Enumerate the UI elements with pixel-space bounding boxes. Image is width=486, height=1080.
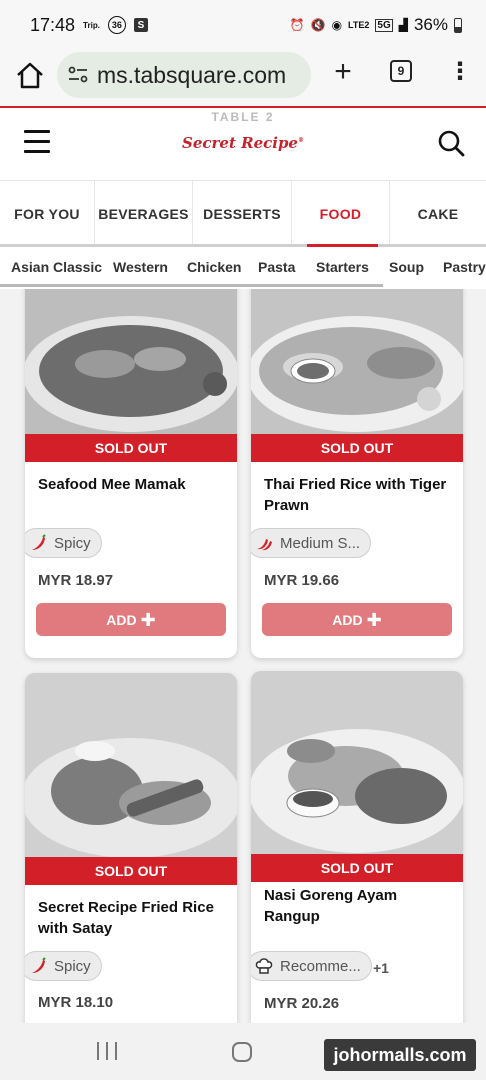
plus-icon: ✚ [140, 609, 156, 630]
home-icon[interactable] [14, 60, 46, 92]
tag-label: Recomme... [280, 957, 361, 975]
notification-count-badge: 36 [107, 16, 126, 34]
product-price: MYR 18.97 [38, 572, 114, 589]
subcategory-scrollbar [0, 284, 383, 287]
registered-mark: ® [297, 137, 304, 144]
tag-label: Spicy [54, 534, 91, 552]
trip-notification-icon: Trip. [83, 20, 100, 30]
product-card[interactable]: SOLD OUT Seafood Mee Mamak Spicy MYR 18.… [25, 289, 237, 658]
product-tag: Medium S... [251, 528, 372, 558]
product-name: Nasi Goreng Ayam Rangup [264, 887, 398, 925]
status-time: 17:48 [30, 14, 76, 35]
product-price: MYR 19.66 [264, 572, 340, 589]
tab-beverages[interactable]: BEVERAGES [95, 181, 193, 246]
brand-logo[interactable]: Secret Recipe® [0, 134, 486, 152]
add-button[interactable]: ADD ✚ [262, 603, 452, 636]
tab-switcher-button[interactable]: 9 [390, 60, 412, 82]
subtab-pastry[interactable]: Pastry [443, 259, 486, 275]
subtab-chicken[interactable]: Chicken [187, 259, 241, 275]
search-icon[interactable] [436, 128, 466, 158]
recent-apps-icon[interactable] [97, 1042, 117, 1060]
product-tag: Spicy [25, 951, 102, 981]
sold-out-banner: SOLD OUT [251, 854, 463, 882]
extra-tags-count[interactable]: +1 [373, 960, 389, 976]
plus-icon: ✚ [366, 609, 382, 630]
subtab-pasta[interactable]: Pasta [258, 259, 295, 275]
category-tabs: FOR YOU BEVERAGES DESSERTS FOOD CAKE [0, 180, 486, 246]
product-image [25, 673, 237, 857]
product-tag: Recomme... [251, 951, 372, 981]
tab-food[interactable]: FOOD [292, 181, 390, 246]
product-tag: Spicy [25, 528, 102, 558]
watermark: johormalls.com [324, 1039, 476, 1071]
chef-hat-icon [255, 958, 273, 974]
subtab-western[interactable]: Western [113, 259, 168, 275]
network-label: LTE2 [348, 20, 370, 30]
tag-label: Medium S... [280, 534, 361, 552]
add-label: ADD [332, 611, 363, 628]
subtab-soup[interactable]: Soup [389, 259, 424, 275]
tab-for-you[interactable]: FOR YOU [0, 181, 95, 246]
mute-icon: 🔇 [310, 18, 326, 32]
product-image [251, 289, 463, 434]
browser-toolbar: ms.tabsquare.com + 9 ⋮ [0, 50, 486, 106]
add-label: ADD [106, 611, 137, 628]
product-name: Thai Fried Rice with Tiger Prawn [264, 476, 447, 514]
chili-icon [32, 534, 46, 550]
product-price: MYR 20.26 [264, 995, 340, 1012]
sold-out-banner: SOLD OUT [25, 857, 237, 885]
product-card[interactable]: SOLD OUT Thai Fried Rice with Tiger Praw… [251, 289, 463, 658]
product-image [25, 289, 237, 434]
product-name: Seafood Mee Mamak [38, 476, 186, 493]
site-settings-icon[interactable] [67, 64, 89, 86]
alarm-icon: ⏰ [289, 18, 305, 32]
product-card[interactable]: SOLD OUT Nasi Goreng Ayam Rangup Recomme… [251, 671, 463, 1023]
new-tab-icon[interactable]: + [328, 57, 358, 88]
home-nav-icon[interactable] [232, 1042, 252, 1062]
brand-name: Secret Recipe [182, 134, 298, 152]
add-button[interactable]: ADD ✚ [36, 603, 226, 636]
sold-out-banner: SOLD OUT [25, 434, 237, 462]
product-price: MYR 18.10 [38, 994, 114, 1011]
product-image [251, 671, 463, 854]
address-bar[interactable]: ms.tabsquare.com [57, 52, 311, 98]
product-card[interactable]: SOLD OUT Secret Recipe Fried Rice with S… [25, 673, 237, 1023]
chili-icon [257, 539, 272, 551]
product-name: Secret Recipe Fried Rice with Satay [38, 899, 214, 937]
battery-percent: 36% [413, 15, 448, 34]
more-menu-icon[interactable]: ⋮ [448, 58, 472, 88]
network-type-icon: 5G [375, 18, 393, 32]
tab-cake[interactable]: CAKE [390, 181, 486, 246]
product-grid: SOLD OUT Seafood Mee Mamak Spicy MYR 18.… [0, 289, 486, 1023]
site-header: TABLE 2 Secret Recipe® [0, 108, 486, 180]
table-label: TABLE 2 [211, 110, 275, 124]
wifi-icon: ◉ [331, 18, 343, 32]
tag-label: Spicy [54, 957, 91, 975]
tab-desserts[interactable]: DESSERTS [193, 181, 292, 246]
subcategory-tabs: Asian Classic Western Chicken Pasta Star… [0, 247, 486, 289]
signal-icon: ▟ [398, 18, 408, 32]
battery-icon [454, 17, 462, 33]
chili-icon [32, 957, 46, 973]
subtab-asian-classic[interactable]: Asian Classic [11, 259, 102, 275]
sold-out-banner: SOLD OUT [251, 434, 463, 462]
status-bar: 17:48 Trip. 36 S ⏰ 🔇 ◉ LTE2 5G ▟ 36% [0, 0, 486, 50]
subtab-starters[interactable]: Starters [316, 259, 369, 275]
s-app-icon: S [133, 18, 148, 32]
url-text[interactable]: ms.tabsquare.com [97, 62, 286, 89]
